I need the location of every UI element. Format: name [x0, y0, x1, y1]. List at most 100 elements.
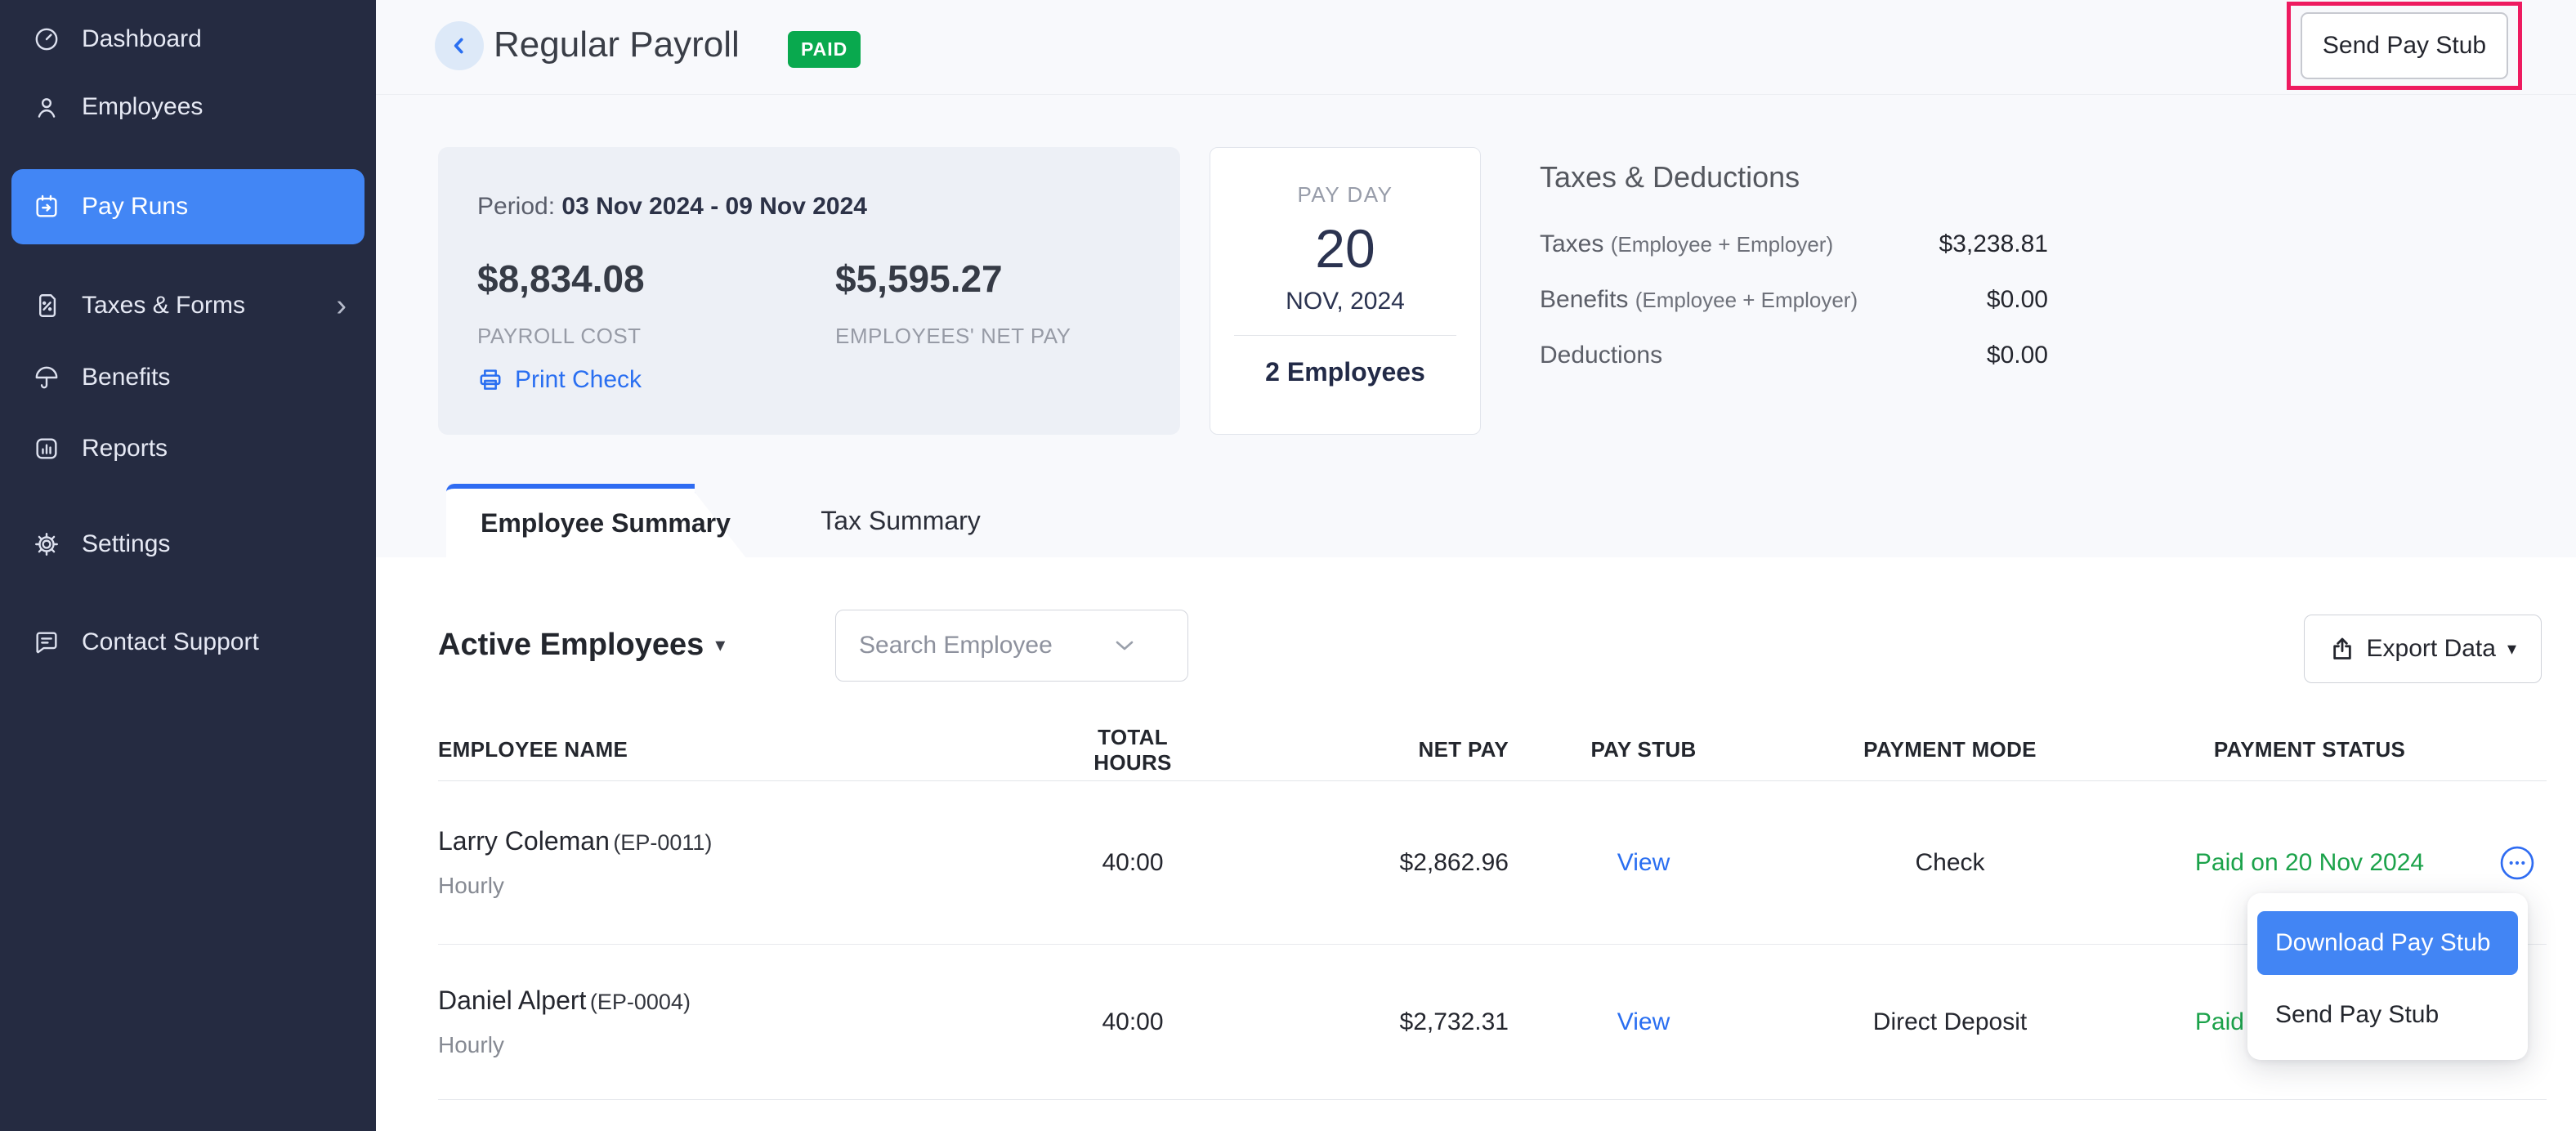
pay-day-label: PAY DAY — [1210, 182, 1480, 208]
employee-filter-label: Active Employees — [438, 628, 704, 663]
pay-runs-icon — [33, 193, 60, 221]
col-payment-status: PAYMENT STATUS — [2122, 737, 2498, 762]
reports-icon — [33, 435, 60, 463]
sidebar-item-dashboard[interactable]: Dashboard — [0, 7, 376, 72]
pay-day-card: PAY DAY 20 NOV, 2024 2 Employees — [1210, 147, 1481, 435]
print-check-label: Print Check — [515, 366, 642, 394]
tax-sublabel: (Employee + Employer) — [1611, 232, 1833, 257]
export-data-button[interactable]: Export Data ▾ — [2304, 615, 2542, 683]
employee-name: Larry Coleman — [438, 826, 610, 856]
payment-status: Paid on 20 Nov 2024 — [2122, 849, 2498, 877]
tax-row-deductions: Deductions $0.00 — [1540, 342, 2048, 369]
net-pay-block: $5,595.27 EMPLOYEES' NET PAY — [835, 257, 1071, 349]
sidebar: Dashboard Employees Pay Runs Taxes & For… — [0, 0, 376, 1131]
tax-row-benefits: Benefits (Employee + Employer) $0.00 — [1540, 286, 2048, 314]
status-badge: PAID — [788, 31, 861, 68]
tax-row-taxes: Taxes (Employee + Employer) $3,238.81 — [1540, 230, 2048, 258]
sidebar-item-label: Settings — [82, 530, 170, 558]
employees-icon — [33, 93, 60, 121]
tax-label: Deductions — [1540, 342, 1662, 369]
table-header: EMPLOYEE NAME TOTAL HOURS NET PAY PAY ST… — [438, 719, 2547, 781]
pay-stub-context-menu: Download Pay Stub Send Pay Stub — [2247, 893, 2528, 1060]
total-hours: 40:00 — [1059, 1008, 1206, 1036]
pay-day-month-year: NOV, 2024 — [1210, 288, 1480, 315]
menu-item-download-pay-stub[interactable]: Download Pay Stub — [2257, 911, 2518, 975]
sidebar-item-employees[interactable]: Employees — [0, 74, 376, 140]
export-data-label: Export Data — [2367, 635, 2496, 663]
tax-label: Taxes — [1540, 230, 1603, 257]
tax-value: $0.00 — [1987, 342, 2048, 369]
employee-type: Hourly — [438, 1032, 1059, 1058]
payroll-cost-label: PAYROLL COST — [477, 324, 645, 349]
net-pay-label: EMPLOYEES' NET PAY — [835, 324, 1071, 349]
caret-down-icon: ▾ — [715, 633, 725, 657]
sidebar-item-pay-runs[interactable]: Pay Runs — [11, 169, 364, 244]
sidebar-item-label: Contact Support — [82, 628, 259, 656]
employee-type: Hourly — [438, 873, 1059, 899]
payment-mode: Direct Deposit — [1778, 1008, 2122, 1036]
pay-period-label: Period: — [477, 193, 555, 220]
export-icon — [2329, 636, 2355, 662]
sidebar-item-benefits[interactable]: Benefits — [0, 345, 376, 410]
dashboard-icon — [33, 25, 60, 53]
tax-sublabel: (Employee + Employer) — [1635, 288, 1858, 312]
payroll-cost-block: $8,834.08 PAYROLL COST — [477, 257, 645, 349]
payroll-app: Dashboard Employees Pay Runs Taxes & For… — [0, 0, 2576, 1131]
col-employee-name: EMPLOYEE NAME — [438, 737, 1059, 762]
employee-name: Daniel Alpert — [438, 986, 586, 1015]
send-pay-stub-highlight: Send Pay Stub — [2287, 2, 2522, 90]
sidebar-item-label: Taxes & Forms — [82, 292, 245, 320]
page-title: Regular Payroll — [494, 25, 740, 65]
pay-day-date: 20 — [1210, 217, 1480, 279]
table-row: Daniel Alpert (EP-0004) Hourly 40:00 $2,… — [438, 945, 2547, 1100]
employee-summary-panel: Active Employees ▾ Export Data ▾ EMPLOYE… — [376, 557, 2576, 1131]
payroll-summary-card: Period: 03 Nov 2024 - 09 Nov 2024 $8,834… — [438, 147, 1180, 435]
view-pay-stub-link[interactable]: View — [1509, 849, 1778, 877]
employee-id: (EP-0004) — [590, 990, 691, 1014]
printer-icon — [477, 367, 503, 393]
view-pay-stub-link[interactable]: View — [1509, 1008, 1778, 1036]
table-row: Larry Coleman (EP-0011) Hourly 40:00 $2,… — [438, 781, 2547, 945]
back-chevron-icon — [449, 35, 470, 56]
tax-value: $0.00 — [1987, 286, 2048, 314]
employee-filter-dropdown[interactable]: Active Employees ▾ — [438, 628, 725, 663]
row-actions-button[interactable] — [2498, 843, 2537, 883]
sidebar-item-label: Benefits — [82, 364, 170, 391]
pay-period-value: 03 Nov 2024 - 09 Nov 2024 — [561, 193, 867, 220]
search-employee-input[interactable] — [836, 632, 1114, 659]
col-pay-stub: PAY STUB — [1509, 737, 1778, 762]
total-hours: 40:00 — [1059, 849, 1206, 877]
page-header: Regular Payroll PAID Send Pay Stub — [376, 0, 2576, 95]
ellipsis-circle-icon — [2499, 845, 2535, 881]
sidebar-item-contact-support[interactable]: Contact Support — [0, 610, 376, 675]
sidebar-item-settings[interactable]: Settings — [0, 512, 376, 577]
benefits-icon — [33, 364, 60, 391]
tab-employee-summary[interactable]: Employee Summary — [446, 484, 695, 557]
taxes-forms-icon — [33, 292, 60, 320]
chevron-down-icon — [1114, 639, 1135, 652]
back-button[interactable] — [435, 21, 484, 70]
employee-id: (EP-0011) — [613, 830, 712, 855]
sidebar-item-reports[interactable]: Reports — [0, 416, 376, 481]
tax-label: Benefits — [1540, 286, 1628, 313]
divider — [1234, 335, 1456, 336]
col-total-hours: TOTAL HOURS — [1059, 725, 1206, 776]
sidebar-item-label: Employees — [82, 93, 203, 121]
contact-support-icon — [33, 628, 60, 656]
print-check-link[interactable]: Print Check — [477, 366, 642, 394]
pay-period: Period: 03 Nov 2024 - 09 Nov 2024 — [477, 193, 867, 221]
col-net-pay: NET PAY — [1206, 737, 1509, 762]
sidebar-item-label: Reports — [82, 435, 168, 463]
settings-icon — [33, 530, 60, 558]
send-pay-stub-button[interactable]: Send Pay Stub — [2301, 12, 2508, 79]
tab-tax-summary[interactable]: Tax Summary — [778, 484, 1023, 557]
payment-mode: Check — [1778, 849, 2122, 877]
net-pay: $2,732.31 — [1206, 1008, 1509, 1036]
menu-item-send-pay-stub[interactable]: Send Pay Stub — [2257, 983, 2518, 1047]
payroll-cost-value: $8,834.08 — [477, 257, 645, 301]
tax-value: $3,238.81 — [1939, 230, 2048, 258]
employee-count: 2 Employees — [1210, 357, 1480, 387]
net-pay: $2,862.96 — [1206, 849, 1509, 877]
sidebar-item-taxes-forms[interactable]: Taxes & Forms › — [0, 273, 376, 338]
col-payment-mode: PAYMENT MODE — [1778, 737, 2122, 762]
